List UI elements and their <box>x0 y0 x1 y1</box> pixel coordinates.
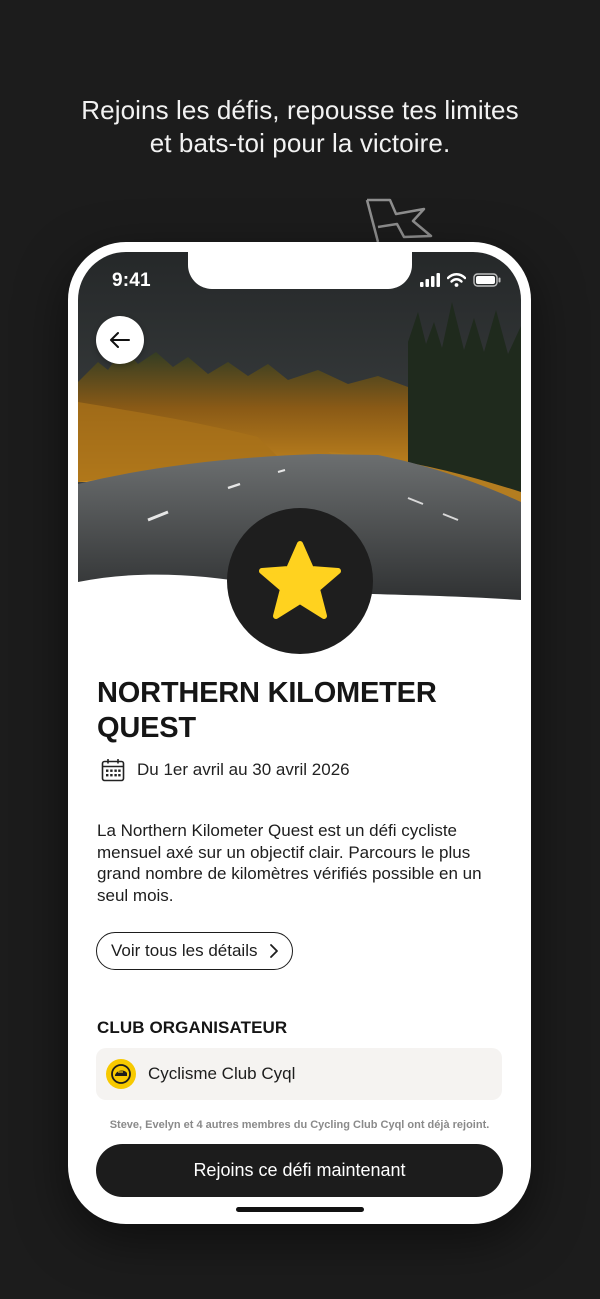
club-name: Cyclisme Club Cyql <box>148 1064 296 1083</box>
signal-icon <box>420 273 440 287</box>
arrow-left-icon <box>110 332 130 348</box>
star-icon <box>259 541 341 619</box>
status-icons <box>420 273 501 287</box>
dates-text: Du 1er avril au 30 avril 2026 <box>137 760 350 779</box>
challenge-badge <box>227 508 373 654</box>
challenge-description: La Northern Kilometer Quest est un défi … <box>97 821 482 905</box>
tagline: Rejoins les défis, repousse tes limites … <box>0 94 600 160</box>
app-screen: 9:41 NORTHERN KILOMETER QUEST Du 1er avr… <box>78 252 521 1214</box>
status-time: 9:41 <box>112 270 151 291</box>
tagline-line-2: et bats-toi pour la victoire. <box>149 128 451 158</box>
join-challenge-button[interactable]: Rejoins ce défi maintenant <box>96 1144 503 1197</box>
phone-frame: 9:41 NORTHERN KILOMETER QUEST Du 1er avr… <box>68 242 531 1224</box>
wifi-icon <box>447 273 466 287</box>
organizer-section-title: CLUB ORGANISATEUR <box>97 1018 288 1037</box>
notch <box>188 252 412 289</box>
flag-icon <box>365 198 433 243</box>
challenge-dates: Du 1er avril au 30 avril 2026 <box>101 758 350 782</box>
chevron-right-icon <box>270 944 279 958</box>
cycling-helmet-icon <box>111 1064 131 1084</box>
home-indicator[interactable] <box>236 1207 364 1212</box>
calendar-icon <box>101 759 125 782</box>
organizer-club[interactable]: Cyclisme Club Cyql <box>96 1048 502 1100</box>
back-button[interactable] <box>96 316 144 364</box>
challenge-title: NORTHERN KILOMETER QUEST <box>97 677 437 744</box>
battery-icon <box>473 273 501 287</box>
tagline-line-1: Rejoins les défis, repousse tes limites <box>81 95 519 125</box>
view-details-label: Voir tous les détails <box>111 941 258 960</box>
club-logo <box>106 1059 136 1089</box>
members-joined-note: Steve, Evelyn et 4 autres membres du Cyc… <box>109 1119 490 1131</box>
view-details-button[interactable]: Voir tous les détails <box>96 932 294 970</box>
